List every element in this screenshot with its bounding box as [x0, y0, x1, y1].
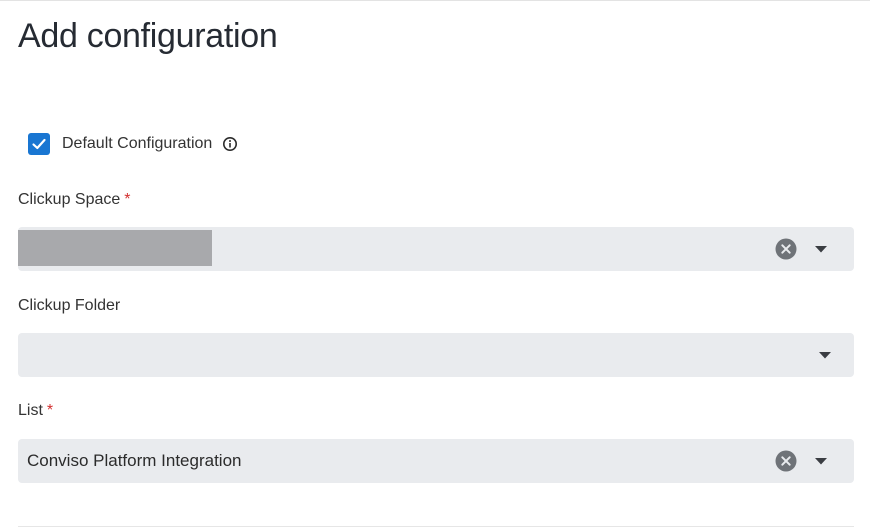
- list-select[interactable]: Conviso Platform Integration: [18, 439, 854, 483]
- required-marker: *: [46, 402, 54, 419]
- dialog-title: Add configuration: [18, 17, 278, 55]
- clickup-space-label: Clickup Space *: [18, 191, 131, 209]
- default-configuration-label: Default Configuration: [62, 135, 213, 152]
- clickup-space-select[interactable]: [18, 227, 854, 271]
- list-label: List *: [18, 402, 53, 420]
- list-label-text: List: [18, 402, 43, 419]
- required-marker: *: [124, 191, 131, 208]
- clickup-folder-select[interactable]: [18, 333, 854, 377]
- chevron-down-icon[interactable]: [818, 349, 832, 361]
- clickup-folder-label-text: Clickup Folder: [18, 297, 121, 314]
- clickup-space-label-text: Clickup Space: [18, 191, 121, 208]
- clickup-folder-label: Clickup Folder: [18, 297, 120, 315]
- chevron-down-icon[interactable]: [814, 455, 828, 467]
- redacted-value: [18, 230, 212, 266]
- clear-icon[interactable]: [775, 238, 797, 260]
- default-configuration-checkbox[interactable]: [28, 133, 50, 155]
- add-configuration-dialog: Add configuration Default Configuration …: [0, 0, 870, 530]
- list-value: Conviso Platform Integration: [27, 451, 242, 470]
- chevron-down-icon[interactable]: [814, 243, 828, 255]
- clear-icon[interactable]: [775, 450, 797, 472]
- checkmark-icon: [32, 138, 46, 150]
- divider: [18, 526, 854, 527]
- default-configuration-row: Default Configuration: [28, 133, 238, 155]
- info-icon[interactable]: [222, 136, 238, 152]
